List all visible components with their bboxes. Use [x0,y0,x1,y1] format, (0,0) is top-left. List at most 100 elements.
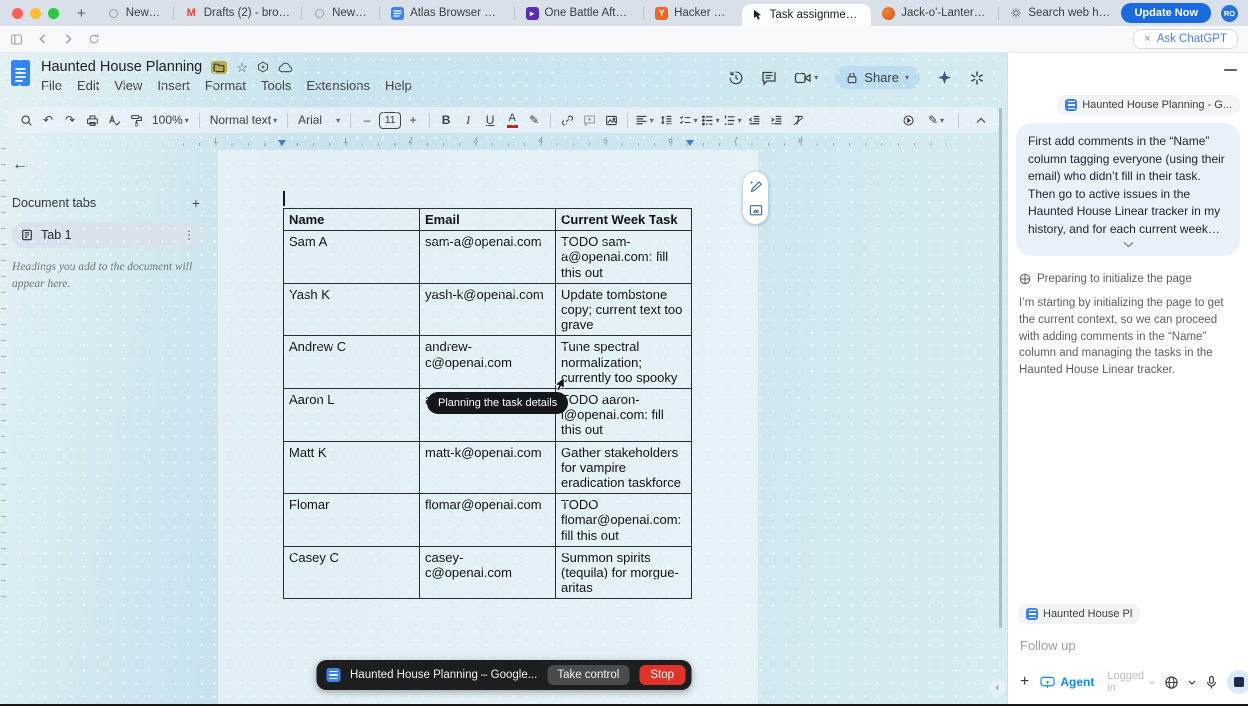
highlight-icon[interactable]: ✎ [524,110,544,130]
tab-new-tab-1[interactable]: New Tab [96,0,173,26]
task-cell[interactable]: Tune spectral normalization; currently t… [555,335,692,390]
take-control-button[interactable]: Take control [547,665,630,685]
cloud-status-icon[interactable] [278,62,293,73]
globe-dropdown-icon[interactable] [1188,680,1196,685]
font-size-input[interactable]: 11 [379,111,402,129]
logged-in-dropdown[interactable]: Logged in [1107,670,1155,694]
email-cell[interactable]: flomar@openai.com [419,493,556,547]
name-cell[interactable]: Yash K [283,282,420,337]
align-icon[interactable]: ▾ [634,110,654,130]
tab-one-battle[interactable]: ▸ One Battle After Ano [515,0,644,26]
follow-up-input[interactable] [1018,637,1242,654]
tab-task-assignment-active[interactable]: Task assignment wor [741,4,872,26]
document-title[interactable]: Haunted House Planning [41,59,202,75]
new-tab-button[interactable]: + [67,5,96,22]
minimize-window-button[interactable] [30,7,41,19]
share-dropdown-icon[interactable]: ▾ [905,73,909,82]
add-attachment-button[interactable]: + [1018,673,1031,691]
drive-shortcut-icon[interactable] [257,61,269,73]
back-arrow-icon[interactable]: ← [12,156,28,173]
mic-icon[interactable] [1205,675,1218,690]
menu-item[interactable]: Insert [157,78,190,93]
gemini-sparkle-icon[interactable] [937,70,952,85]
tab-jack-o-lantern[interactable]: Jack-o'-Lantern Stuf [871,0,998,26]
reload-icon[interactable] [88,33,100,45]
add-document-tab-button[interactable]: + [188,195,204,211]
decrease-indent-icon[interactable] [744,110,764,130]
name-cell[interactable]: Matt K [283,440,420,495]
kebab-menu-icon[interactable]: ⋮ [183,228,195,242]
stop-button[interactable]: Stop [639,665,686,685]
task-cell[interactable]: Gather stakeholders for vampire eradicat… [555,440,692,495]
email-cell[interactable]: yash-k@openai.com [419,282,556,337]
collapse-panel-chevron[interactable]: ‹ [989,679,1006,696]
docs-logo-icon[interactable] [10,59,31,87]
task-cell[interactable]: Update tombstone copy; current text too … [555,282,692,337]
column-header[interactable]: Name [283,207,420,232]
zoom-window-button[interactable] [48,7,59,19]
close-icon[interactable]: × [1144,33,1150,45]
tab-gmail-drafts[interactable]: M Drafts (2) - browser- [174,0,301,26]
paint-format-icon[interactable] [126,110,146,130]
text-color-button[interactable]: A [502,110,522,130]
bold-button[interactable]: B [436,110,456,130]
paragraph-style-select[interactable]: Normal text ▾ [206,110,281,130]
menu-item[interactable]: File [41,78,62,93]
add-comment-image-icon[interactable] [749,204,763,217]
italic-button[interactable]: I [458,110,478,130]
update-now-button[interactable]: Update Now [1121,3,1211,23]
right-margin-marker[interactable] [686,140,694,146]
comments-icon[interactable] [761,70,777,86]
name-cell[interactable]: Casey C [283,545,420,600]
vertical-scrollbar[interactable] [999,108,1002,628]
profile-avatar[interactable]: RO [1221,4,1238,22]
task-cell[interactable]: TODO aaron-l@openai.com: fill this out [555,388,692,442]
language-globe-icon[interactable] [1164,675,1179,690]
document-tab-1[interactable]: Tab 1 ⋮ [12,222,204,248]
insert-link-icon[interactable] [557,110,577,130]
agent-mode-chip[interactable]: Agent [1040,675,1094,689]
numbered-list-icon[interactable]: ▾ [722,110,742,130]
insert-image-icon[interactable] [601,110,621,130]
redo-icon[interactable]: ↷ [60,110,80,130]
minimize-sidebar-icon[interactable] [1224,69,1237,71]
email-cell[interactable]: sam-a@openai.com [419,230,556,284]
search-icon[interactable] [16,110,36,130]
zoom-select[interactable]: 100% ▾ [148,110,193,130]
name-cell[interactable]: Flomar [283,493,420,547]
underline-button[interactable]: U [480,110,500,130]
decrease-font-button[interactable]: – [357,110,377,130]
left-margin-marker[interactable] [278,140,286,146]
email-cell[interactable]: casey-c@openai.com [419,545,556,600]
task-cell[interactable]: Summon spirits (tequila) for morgue-arit… [555,545,692,600]
font-select[interactable]: Arial ▾ [294,110,344,130]
collapse-toolbar-icon[interactable] [971,110,991,130]
version-history-icon[interactable] [728,70,744,86]
share-button[interactable]: Share ▾ [835,66,920,89]
clear-formatting-icon[interactable] [788,110,808,130]
spellcheck-icon[interactable] [104,110,124,130]
add-comment-icon[interactable] [579,110,599,130]
name-cell[interactable]: Andrew C [283,335,420,390]
stop-generating-button[interactable] [1227,670,1248,694]
column-header[interactable]: Current Week Task [555,207,692,232]
help-me-write-icon[interactable] [749,179,763,193]
close-window-button[interactable] [12,7,23,19]
tab-search-history[interactable]: Search web history [999,0,1121,26]
bottom-attachment-chip[interactable]: Haunted House Pl [1018,604,1141,624]
star-icon[interactable]: ☆ [236,61,248,74]
undo-icon[interactable]: ↶ [38,110,58,130]
increase-font-button[interactable]: + [403,110,423,130]
tab-atlas-core[interactable]: Atlas Browser Core E [380,0,513,26]
name-cell[interactable]: Aaron L [283,388,420,442]
menu-item[interactable]: Extensions [306,78,370,93]
menu-item[interactable]: Help [385,78,412,93]
tab-new-tab-2[interactable]: New Tab [302,0,379,26]
column-header[interactable]: Email [419,207,556,232]
name-cell[interactable]: Sam A [283,230,420,284]
move-folder-icon[interactable] [211,60,228,74]
email-cell[interactable]: andrew-c@openai.com [419,335,556,390]
bullet-list-icon[interactable]: ▾ [700,110,720,130]
editing-mode-button[interactable]: ✎ ▾ [926,110,946,130]
context-attachment-chip[interactable]: Haunted House Planning - G... [1057,95,1240,115]
